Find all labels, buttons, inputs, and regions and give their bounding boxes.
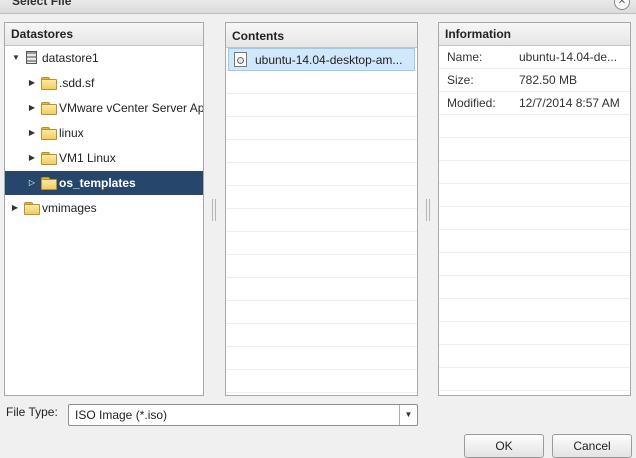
- tree-item-label: datastore1: [42, 51, 99, 65]
- collapsed-triangle-icon[interactable]: ▷: [27, 171, 37, 195]
- information-panel: Information Name: ubuntu-14.04-de... Siz…: [438, 22, 631, 396]
- datastore-icon: [26, 51, 37, 64]
- info-row-size: Size: 782.50 MB: [439, 69, 630, 92]
- tree-item-linux[interactable]: ▶ linux: [5, 121, 203, 145]
- content-item-ubuntu-iso[interactable]: ubuntu-14.04-desktop-am...: [228, 48, 415, 71]
- info-key: Size:: [447, 73, 474, 87]
- info-row-modified: Modified: 12/7/2014 8:57 AM: [439, 92, 630, 115]
- dialog-titlebar: Select File ✕: [0, 0, 636, 14]
- tree-item-label: VMware vCenter Server Ap: [59, 101, 204, 115]
- tree-item-vm1-linux[interactable]: ▶ VM1 Linux: [5, 146, 203, 170]
- contents-list: [226, 48, 417, 393]
- tree-item-label: linux: [59, 126, 84, 140]
- tree-item-vmware-vcenter[interactable]: ▶ VMware vCenter Server Ap: [5, 96, 203, 120]
- collapsed-triangle-icon[interactable]: ▶: [27, 121, 37, 145]
- tree-item-label: VM1 Linux: [59, 151, 116, 165]
- file-type-label: File Type:: [6, 405, 58, 419]
- folder-icon: [41, 127, 57, 140]
- collapsed-triangle-icon[interactable]: ▶: [27, 71, 37, 95]
- tree-item-os-templates[interactable]: ▷ os_templates: [5, 171, 203, 195]
- iso-file-icon: [234, 52, 247, 67]
- collapsed-triangle-icon[interactable]: ▶: [10, 196, 20, 220]
- file-type-value: ISO Image (*.iso): [75, 408, 168, 422]
- information-header: Information: [439, 23, 630, 46]
- tree-item-sdd-sf[interactable]: ▶ .sdd.sf: [5, 71, 203, 95]
- datastores-panel: Datastores ▼ datastore1 ▶ .sdd.sf ▶ VMwa…: [4, 22, 204, 396]
- folder-icon: [41, 102, 57, 115]
- info-value: 782.50 MB: [519, 73, 578, 87]
- collapsed-triangle-icon[interactable]: ▶: [27, 146, 37, 170]
- contents-panel: Contents ubuntu-14.04-desktop-am...: [225, 22, 418, 396]
- panel-splitter-handle[interactable]: [426, 199, 430, 221]
- contents-header: Contents: [226, 23, 417, 48]
- info-row-name: Name: ubuntu-14.04-de...: [439, 46, 630, 69]
- close-icon[interactable]: ✕: [614, 0, 630, 10]
- tree-item-vmimages[interactable]: ▶ vmimages: [5, 196, 203, 220]
- file-type-select[interactable]: ISO Image (*.iso) ▼: [68, 404, 418, 426]
- ok-button[interactable]: OK: [464, 434, 544, 458]
- folder-icon: [24, 202, 40, 215]
- chevron-down-icon[interactable]: ▼: [399, 405, 417, 425]
- dialog-title: Select File: [12, 0, 72, 8]
- content-item-label: ubuntu-14.04-desktop-am...: [255, 53, 403, 67]
- tree-item-label: os_templates: [59, 176, 136, 190]
- folder-icon: [41, 177, 57, 190]
- panel-splitter-handle[interactable]: [212, 199, 216, 221]
- collapsed-triangle-icon[interactable]: ▶: [27, 96, 37, 120]
- datastores-header: Datastores: [5, 23, 203, 46]
- tree-item-label: vmimages: [42, 201, 97, 215]
- cancel-button[interactable]: Cancel: [552, 434, 632, 458]
- info-value: ubuntu-14.04-de...: [519, 50, 618, 64]
- info-key: Name:: [447, 50, 483, 64]
- folder-icon: [41, 152, 57, 165]
- info-value: 12/7/2014 8:57 AM: [519, 96, 620, 110]
- tree-item-label: .sdd.sf: [59, 76, 95, 90]
- expanded-triangle-icon[interactable]: ▼: [11, 46, 21, 70]
- folder-icon: [41, 77, 57, 90]
- tree-item-datastore1[interactable]: ▼ datastore1: [5, 46, 203, 70]
- info-key: Modified:: [447, 96, 496, 110]
